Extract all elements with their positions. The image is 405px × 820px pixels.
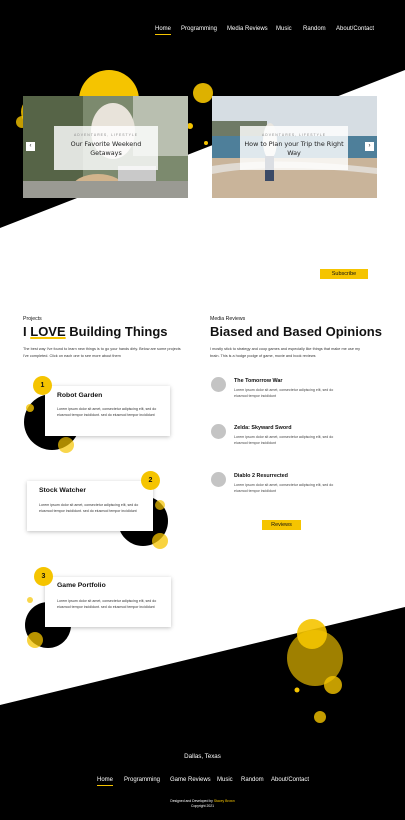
nav-home[interactable]: Home: [155, 26, 172, 35]
footer-nav-programming[interactable]: Programming: [124, 777, 160, 783]
nav-random[interactable]: Random: [303, 26, 326, 32]
credit-name-link[interactable]: Stacey Brown: [214, 799, 235, 803]
heading-emphasis: LOVE: [30, 324, 66, 339]
copyright-text: Copyright 2021: [191, 804, 214, 808]
nav-about-contact[interactable]: About/Contact: [336, 26, 374, 32]
footer-location: Dallas, Texas: [184, 753, 221, 760]
heading-prefix: I: [23, 324, 27, 339]
projects-heading: I LOVE Building Things: [23, 324, 168, 339]
reviews-button[interactable]: Reviews: [262, 520, 301, 530]
project-number-badge: 2: [141, 471, 160, 490]
reviews-section-label: Media Reviews: [210, 316, 246, 322]
review-title[interactable]: Zelda: Skyward Sword: [234, 425, 292, 431]
slide-caption: ADVENTURES, LIFESTYLE How to Plan your T…: [240, 126, 348, 170]
review-text: Lorem ipsum dolor sit amet, consectetur …: [234, 388, 334, 398]
footer-nav-about-contact[interactable]: About/Contact: [271, 777, 309, 783]
nav-media-reviews[interactable]: Media Reviews: [227, 26, 268, 32]
nav-programming[interactable]: Programming: [181, 26, 217, 32]
footer-nav-game-reviews[interactable]: Game Reviews: [170, 777, 211, 783]
review-title[interactable]: The Tomorrow War: [234, 378, 283, 384]
project-number-badge: 1: [33, 376, 52, 395]
chevron-right-icon[interactable]: ›: [365, 142, 374, 151]
footer-nav-random[interactable]: Random: [241, 777, 264, 783]
heading-suffix: Building Things: [69, 324, 168, 339]
slide-category: ADVENTURES, LIFESTYLE: [262, 133, 326, 137]
review-text: Lorem ipsum dolor sit amet, consectetur …: [234, 435, 334, 445]
slide-weekend-getaways[interactable]: ADVENTURES, LIFESTYLE Our Favorite Weeke…: [23, 96, 188, 198]
project-title: Robot Garden: [57, 392, 103, 399]
footer-credit: Designed and Developed by Stacey Brown C…: [0, 799, 405, 809]
reviews-intro: I mostly stick to strategy and coop game…: [210, 347, 361, 358]
review-thumbnail: [211, 377, 226, 392]
top-nav: Home Programming Media Reviews Music Ran…: [0, 0, 405, 40]
projects-section-label: Projects: [23, 316, 42, 322]
nav-music[interactable]: Music: [276, 26, 292, 32]
slide-caption: ADVENTURES, LIFESTYLE Our Favorite Weeke…: [54, 126, 158, 170]
footer-nav-music[interactable]: Music: [217, 777, 233, 783]
project-title: Stock Watcher: [39, 487, 86, 494]
project-title: Game Portfolio: [57, 582, 106, 589]
review-thumbnail: [211, 472, 226, 487]
review-title[interactable]: Diablo 2 Resurrected: [234, 473, 288, 479]
review-thumbnail: [211, 424, 226, 439]
project-number-badge: 3: [34, 567, 53, 586]
footer-nav-home[interactable]: Home: [97, 777, 114, 786]
credit-prefix: Designed and Developed by: [170, 799, 213, 803]
slide-plan-trip[interactable]: ADVENTURES, LIFESTYLE How to Plan your T…: [212, 96, 377, 198]
project-text: Lorem ipsum dolor sit amet, consectetur …: [57, 599, 157, 609]
subscribe-button[interactable]: Subscribe: [320, 269, 368, 279]
review-text: Lorem ipsum dolor sit amet, consectetur …: [234, 483, 334, 493]
project-text: Lorem ipsum dolor sit amet, consectetur …: [39, 503, 139, 513]
reviews-heading: Biased and Based Opinions: [210, 324, 382, 339]
slide-title[interactable]: How to Plan your Trip the Right Way: [240, 140, 348, 158]
slide-category: ADVENTURES, LIFESTYLE: [74, 133, 138, 137]
slide-title[interactable]: Our Favorite Weekend Getaways: [54, 140, 158, 158]
project-text: Lorem ipsum dolor sit amet, consectetur …: [57, 407, 157, 417]
projects-intro: The best way I've found to learn new thi…: [23, 347, 181, 358]
chevron-left-icon[interactable]: ‹: [26, 142, 35, 151]
